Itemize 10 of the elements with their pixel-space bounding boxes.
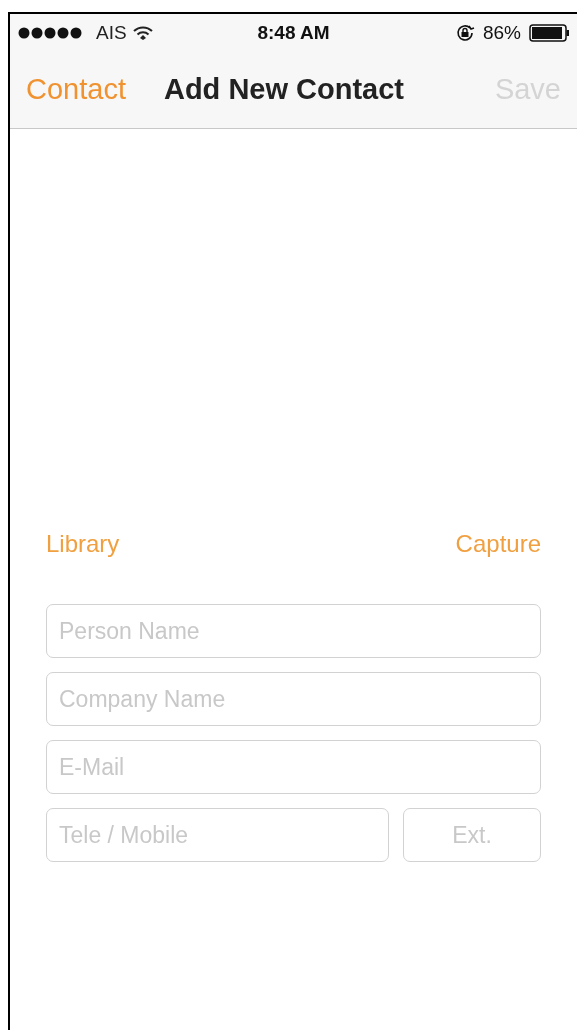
rotation-lock-icon xyxy=(454,23,475,43)
back-button[interactable]: Contact xyxy=(26,68,126,112)
carrier-name: AIS xyxy=(96,20,127,45)
battery-icon xyxy=(529,24,569,42)
battery-percentage: 86% xyxy=(482,20,521,45)
wifi-icon xyxy=(132,25,153,41)
screen-title: Add New Contact xyxy=(163,72,404,108)
status-time: 8:48 AM xyxy=(257,20,330,45)
capture-button[interactable]: Capture xyxy=(455,526,541,562)
library-button[interactable]: Library xyxy=(46,526,120,562)
